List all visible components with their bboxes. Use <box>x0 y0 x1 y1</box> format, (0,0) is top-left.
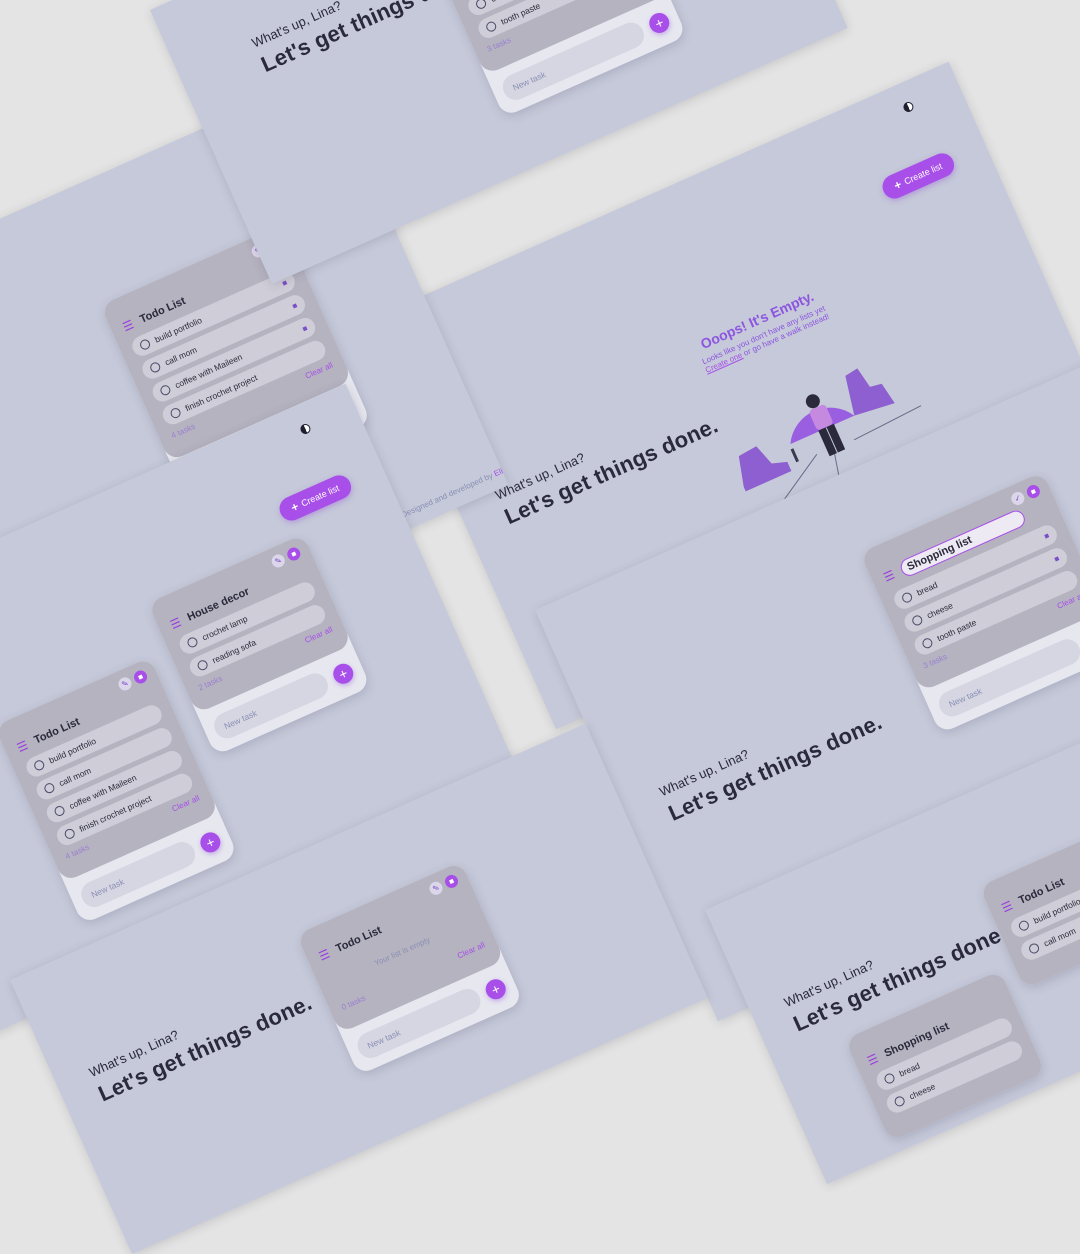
checkbox-icon[interactable] <box>882 1071 897 1086</box>
add-task-button[interactable]: + <box>646 9 673 37</box>
mockup-stage: + Create list What's up, Lina? Let's get… <box>0 0 1080 1254</box>
checkbox-icon[interactable] <box>52 804 67 818</box>
trash-icon[interactable]: ■ <box>131 668 150 686</box>
list-icon: ☰ <box>865 1051 881 1069</box>
task-count: 4 tasks <box>169 421 197 441</box>
checkbox-icon[interactable] <box>893 1094 907 1108</box>
trash-icon[interactable]: ■ <box>1053 553 1061 563</box>
checkbox-icon[interactable] <box>474 0 488 11</box>
plus-icon: + <box>288 499 301 515</box>
checkbox-icon[interactable] <box>920 636 935 650</box>
plus-icon: + <box>891 177 904 193</box>
add-task-button[interactable]: + <box>330 660 357 687</box>
checkbox-icon[interactable] <box>1027 941 1041 956</box>
create-list-label: Create list <box>902 160 944 187</box>
headline: Let's get things done. <box>257 0 479 78</box>
checkbox-icon[interactable] <box>32 758 46 772</box>
list-card-house: ✎ ■ ☰ House decor crochet lamp reading s… <box>147 534 371 756</box>
theme-toggle-icon[interactable] <box>298 422 313 436</box>
checkbox-icon[interactable] <box>900 590 914 605</box>
list-icon: ☰ <box>14 737 31 756</box>
trash-icon[interactable]: ■ <box>291 300 299 310</box>
trash-icon[interactable]: ■ <box>1042 530 1050 540</box>
list-icon: ☰ <box>120 317 137 335</box>
list-icon: ☰ <box>999 898 1015 916</box>
greeting-block: What's up, Lina? Let's get things done. <box>87 972 316 1107</box>
add-task-button[interactable]: + <box>197 829 224 856</box>
checkbox-icon[interactable] <box>63 827 77 841</box>
checkbox-icon[interactable] <box>196 658 210 672</box>
task-count: 3 tasks <box>921 651 949 671</box>
list-card-shopping: ✓ ■ ☰ Shopping list bread ■ cheese ■ tooth… <box>859 471 1080 734</box>
edit-icon[interactable]: ✓ <box>1009 489 1027 508</box>
greeting-block: What's up, Lina? Let's get things done. <box>493 395 722 530</box>
checkbox-icon[interactable] <box>185 635 200 649</box>
list-icon: ☰ <box>316 946 333 964</box>
list-card-todo-empty: ✎ ■ ☰ Todo List Your list is empty 0 tas… <box>296 861 524 1076</box>
greeting-block: What's up, Lina? Let's get things done. <box>250 0 479 78</box>
edit-icon[interactable]: ✎ <box>269 552 287 570</box>
greeting-block: What's up, Lina? Let's get things done. <box>657 692 886 827</box>
checkbox-icon[interactable] <box>484 20 498 34</box>
checkbox-icon[interactable] <box>168 406 183 420</box>
list-card-todo: ☰ Todo List build portfolio call mom <box>979 817 1080 989</box>
checkbox-icon[interactable] <box>138 337 152 352</box>
list-card-shopping: ✎ ■ ☰ Shopping list bread■ cheese tooth … <box>426 0 687 118</box>
theme-toggle-icon[interactable] <box>901 100 916 114</box>
task-count: 4 tasks <box>63 842 91 862</box>
checkbox-icon[interactable] <box>910 613 924 628</box>
checkbox-icon[interactable] <box>158 383 172 397</box>
checkbox-icon[interactable] <box>1017 919 1031 933</box>
checkbox-icon[interactable] <box>148 360 162 375</box>
edit-icon[interactable]: ✎ <box>116 675 134 693</box>
checkbox-icon[interactable] <box>42 781 57 795</box>
create-list-button[interactable]: + Create list <box>275 471 355 525</box>
trash-icon[interactable]: ■ <box>442 872 461 890</box>
trash-icon[interactable]: ■ <box>301 323 309 333</box>
list-icon: ☰ <box>881 567 897 585</box>
edit-icon[interactable]: ✎ <box>427 879 445 897</box>
create-list-label: Create list <box>299 482 341 509</box>
card-header: ☰ Todo List build portfolio call mom <box>979 817 1080 989</box>
add-task-button[interactable]: + <box>482 976 509 1003</box>
trash-icon[interactable]: ■ <box>285 545 303 563</box>
list-icon: ☰ <box>167 614 184 633</box>
task-count: 3 tasks <box>485 35 513 54</box>
task-count: 2 tasks <box>196 673 224 693</box>
trash-icon[interactable]: ■ <box>1024 482 1042 501</box>
create-list-button[interactable]: + Create list <box>878 149 958 203</box>
